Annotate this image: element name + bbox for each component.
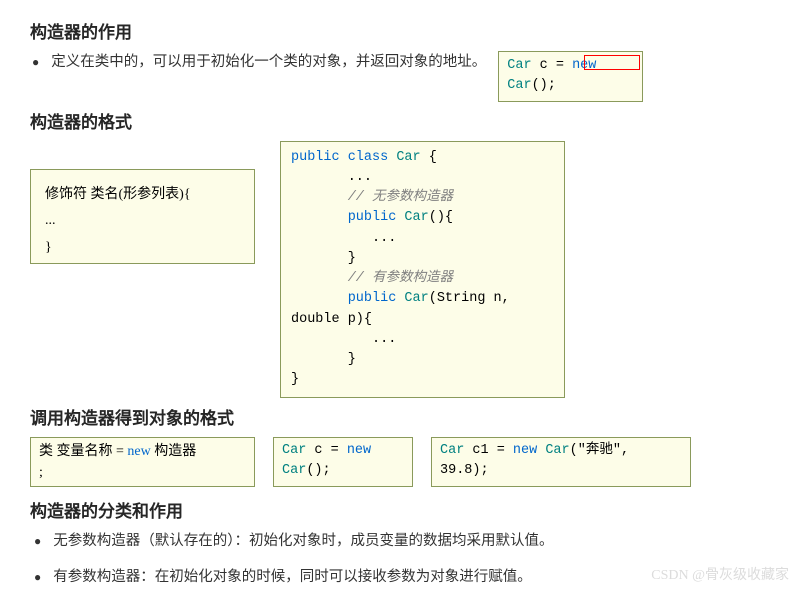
t: c = bbox=[306, 443, 347, 458]
invoke-example1-box: Car c = new Car(); bbox=[273, 437, 413, 487]
t: Car bbox=[440, 443, 464, 458]
t: Car bbox=[282, 463, 306, 478]
row-invoke: 类 变量名称 = new 构造器 ; Car c = new Car(); Ca… bbox=[30, 437, 781, 487]
txt: c = bbox=[532, 58, 573, 73]
c: ... bbox=[291, 332, 396, 347]
t: ("奔驰", bbox=[570, 443, 629, 458]
t: 39.8); bbox=[440, 461, 682, 481]
format-syntax-box: 修饰符 类名(形参列表){ ... } bbox=[30, 169, 255, 264]
t: new bbox=[347, 443, 371, 458]
kw-car: Car bbox=[507, 58, 531, 73]
c: Car bbox=[404, 210, 428, 225]
c: ... bbox=[291, 170, 372, 185]
c: // 无参数构造器 bbox=[291, 190, 453, 205]
invoke-syntax-box: 类 变量名称 = new 构造器 ; bbox=[30, 437, 255, 487]
kw-car2: Car bbox=[507, 78, 531, 93]
c: Car bbox=[404, 291, 428, 306]
red-highlight-box bbox=[584, 55, 640, 70]
t: new bbox=[513, 443, 545, 458]
c: public bbox=[291, 291, 404, 306]
c: // 有参数构造器 bbox=[291, 271, 453, 286]
c: (String n, bbox=[429, 291, 510, 306]
bullet-purpose: ● 定义在类中的，可以用于初始化一个类的对象，并返回对象的地址。 bbox=[32, 51, 486, 73]
c: double p){ bbox=[291, 312, 372, 327]
section4-title: 构造器的分类和作用 bbox=[30, 497, 781, 522]
bullet-noarg: ● 无参数构造器（默认存在的）：初始化对象时，成员变量的数据均采用默认值。 bbox=[34, 530, 781, 552]
code-box-top: Car c = new Car(); bbox=[498, 51, 643, 102]
c: ... bbox=[291, 231, 396, 246]
section3-title: 调用构造器得到对象的格式 bbox=[30, 404, 781, 429]
watermark: CSDN @骨灰级收藏家 bbox=[651, 564, 789, 584]
fmt-l1: 修饰符 类名(形参列表){ bbox=[45, 182, 240, 209]
c: Car bbox=[396, 150, 420, 165]
c: { bbox=[421, 150, 437, 165]
t: new bbox=[127, 444, 150, 459]
c: } bbox=[291, 372, 299, 387]
bullet-text: 有参数构造器：在初始化对象的时候，同时可以接收参数为对象进行赋值。 bbox=[53, 566, 532, 588]
t: c1 = bbox=[464, 443, 513, 458]
big-code-box: public class Car { ... // 无参数构造器 public … bbox=[280, 141, 565, 398]
bullet-dot: ● bbox=[32, 51, 39, 73]
bullet-text: 无参数构造器（默认存在的）：初始化对象时，成员变量的数据均采用默认值。 bbox=[53, 530, 553, 552]
invoke-example2-box: Car c1 = new Car("奔驰", 39.8); bbox=[431, 437, 691, 487]
txt2: (); bbox=[532, 78, 556, 93]
t: Car bbox=[545, 443, 569, 458]
t: 构造器 bbox=[151, 444, 197, 459]
c: (){ bbox=[429, 210, 453, 225]
fmt-l3: } bbox=[45, 235, 240, 262]
bullet-dot: ● bbox=[34, 530, 41, 552]
row-purpose: ● 定义在类中的，可以用于初始化一个类的对象，并返回对象的地址。 Car c =… bbox=[30, 51, 781, 102]
c: } bbox=[291, 251, 356, 266]
t: Car bbox=[282, 443, 306, 458]
t: (); bbox=[306, 463, 330, 478]
row-format: 修饰符 类名(形参列表){ ... } public class Car { .… bbox=[30, 141, 781, 398]
section1-title: 构造器的作用 bbox=[30, 18, 781, 43]
t: 类 变量名称 = bbox=[39, 444, 127, 459]
bullet-text: 定义在类中的，可以用于初始化一个类的对象，并返回对象的地址。 bbox=[51, 51, 486, 73]
c: public bbox=[291, 210, 404, 225]
c: } bbox=[291, 352, 356, 367]
bullet-dot: ● bbox=[34, 566, 41, 588]
fmt-l2: ... bbox=[45, 208, 240, 235]
section2-title: 构造器的格式 bbox=[30, 108, 781, 133]
t: ; bbox=[39, 462, 246, 483]
c: public class bbox=[291, 150, 396, 165]
